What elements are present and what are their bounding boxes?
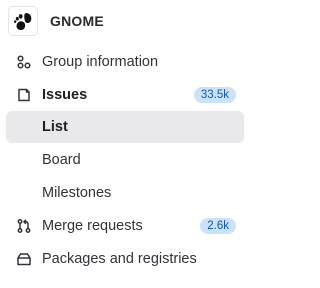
sidebar-item-merge-requests[interactable]: Merge requests 2.6k: [6, 210, 244, 242]
group-icon: [15, 53, 33, 71]
gnome-foot-icon: [8, 6, 38, 36]
sidebar-item-label: Merge requests: [42, 218, 143, 234]
sidebar-subitem-milestones[interactable]: Milestones: [6, 177, 244, 209]
issues-icon: [15, 86, 33, 104]
sidebar-subitem-label: List: [42, 119, 68, 135]
sidebar-item-label: Packages and registries: [42, 251, 197, 267]
sidebar-item-label: Group information: [42, 54, 159, 70]
project-header[interactable]: GNOME: [8, 6, 104, 36]
sidebar-item-packages-and-registries[interactable]: Packages and registries: [6, 243, 244, 275]
sidebar-item-issues[interactable]: Issues 33.5k: [6, 79, 244, 111]
project-sidebar: GNOME Group information Issues 33.5k Lis…: [0, 0, 248, 288]
sidebar-subitem-board[interactable]: Board: [6, 144, 244, 176]
issues-count-badge: 33.5k: [193, 87, 236, 103]
merge-requests-count-badge: 2.6k: [200, 218, 236, 234]
project-name: GNOME: [50, 13, 104, 29]
sidebar-item-group-information[interactable]: Group information: [6, 46, 244, 78]
sidebar-item-label: Issues: [42, 87, 88, 103]
merge-request-icon: [15, 217, 33, 235]
sidebar-subitem-label: Milestones: [42, 185, 112, 201]
sidebar-subitem-label: Board: [42, 152, 81, 168]
package-icon: [15, 250, 33, 268]
sidebar-subitem-list[interactable]: List: [6, 111, 244, 143]
